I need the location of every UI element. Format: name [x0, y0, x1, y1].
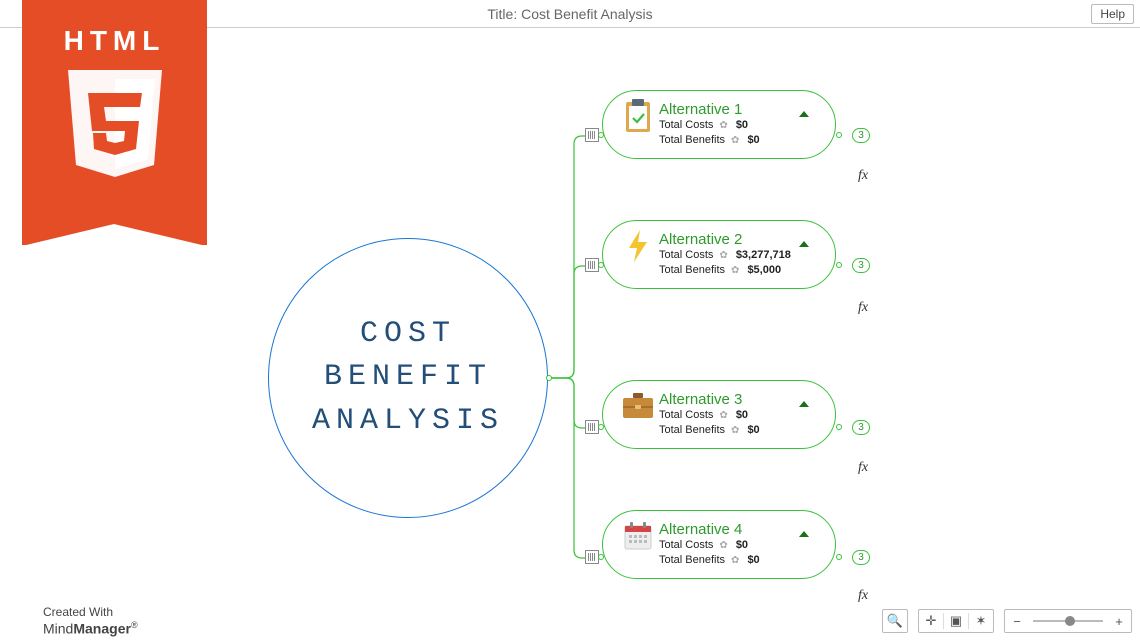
central-node-title: COST BENEFIT ANALYSIS [312, 313, 504, 444]
total-costs-row: Total Costs✿$0 [659, 118, 817, 133]
total-costs-row: Total Costs✿$0 [659, 538, 817, 553]
page-title: Title: Cost Benefit Analysis [487, 6, 652, 22]
html5-badge-text: HTML [64, 25, 166, 57]
gear-icon: ✿ [731, 264, 739, 278]
total-benefits-row: Total Benefits✿$0 [659, 553, 817, 568]
connector-dot-icon [836, 554, 842, 560]
node-title: Alternative 4 [659, 521, 817, 538]
fit-view-button[interactable]: ▣ [944, 610, 968, 632]
gear-icon: ✿ [719, 539, 727, 553]
node-title: Alternative 2 [659, 231, 817, 248]
gear-icon: ✿ [731, 554, 739, 568]
connector-dot-icon [836, 262, 842, 268]
node-alternative-4[interactable]: Alternative 4 Total Costs✿$0 Total Benef… [602, 510, 836, 579]
collapse-toggle-icon[interactable] [799, 531, 809, 537]
node-title: Alternative 1 [659, 101, 817, 118]
help-button[interactable]: Help [1091, 4, 1134, 24]
briefcase-icon [621, 389, 655, 423]
collapse-toggle-icon[interactable] [799, 401, 809, 407]
note-handle-icon[interactable] [585, 420, 599, 434]
central-node[interactable]: COST BENEFIT ANALYSIS [268, 238, 548, 518]
zoom-out-button[interactable]: − [1005, 610, 1029, 632]
node-alternative-2[interactable]: Alternative 2 Total Costs✿$3,277,718 Tot… [602, 220, 836, 289]
connector-dot-icon [598, 262, 604, 268]
connector-dot-icon [598, 554, 604, 560]
total-costs-row: Total Costs✿$0 [659, 408, 817, 423]
gear-icon: ✿ [731, 134, 739, 148]
footer-bar: Created With MindManager® 🔍 ✛ ▣ ✶ − + [0, 602, 1140, 640]
fx-icon[interactable]: fx [858, 168, 868, 184]
html5-shield-icon [60, 65, 170, 185]
gear-icon: ✿ [731, 424, 739, 438]
note-handle-icon[interactable] [585, 128, 599, 142]
total-benefits-row: Total Benefits✿$0 [659, 133, 817, 148]
html5-badge: HTML [22, 0, 207, 245]
credit-text: Created With MindManager® [43, 606, 138, 637]
view-toolbar: 🔍 ✛ ▣ ✶ − + [882, 609, 1132, 633]
search-button[interactable]: 🔍 [883, 610, 907, 632]
total-benefits-row: Total Benefits✿$0 [659, 423, 817, 438]
connector-dot-icon [836, 424, 842, 430]
child-count-badge[interactable]: 3 [852, 258, 870, 273]
lightning-bolt-icon [621, 229, 655, 263]
child-count-badge[interactable]: 3 [852, 550, 870, 565]
total-benefits-row: Total Benefits✿$5,000 [659, 263, 817, 278]
note-handle-icon[interactable] [585, 550, 599, 564]
gear-icon: ✿ [719, 119, 727, 133]
node-alternative-3[interactable]: Alternative 3 Total Costs✿$0 Total Benef… [602, 380, 836, 449]
focus-view-button[interactable]: ✶ [969, 610, 993, 632]
connector-dot-icon [598, 132, 604, 138]
connector-dot-icon [836, 132, 842, 138]
clipboard-check-icon [621, 99, 655, 133]
zoom-slider[interactable] [1033, 620, 1103, 622]
total-costs-row: Total Costs✿$3,277,718 [659, 248, 817, 263]
fx-icon[interactable]: fx [858, 460, 868, 476]
note-handle-icon[interactable] [585, 258, 599, 272]
child-count-badge[interactable]: 3 [852, 128, 870, 143]
calendar-icon [621, 519, 655, 553]
gear-icon: ✿ [719, 249, 727, 263]
connector-dot-icon [598, 424, 604, 430]
center-view-button[interactable]: ✛ [919, 610, 943, 632]
child-count-badge[interactable]: 3 [852, 420, 870, 435]
collapse-toggle-icon[interactable] [799, 111, 809, 117]
zoom-in-button[interactable]: + [1107, 610, 1131, 632]
gear-icon: ✿ [719, 409, 727, 423]
fx-icon[interactable]: fx [858, 300, 868, 316]
connector-dot-icon [546, 375, 552, 381]
collapse-toggle-icon[interactable] [799, 241, 809, 247]
node-title: Alternative 3 [659, 391, 817, 408]
node-alternative-1[interactable]: Alternative 1 Total Costs✿$0 Total Benef… [602, 90, 836, 159]
